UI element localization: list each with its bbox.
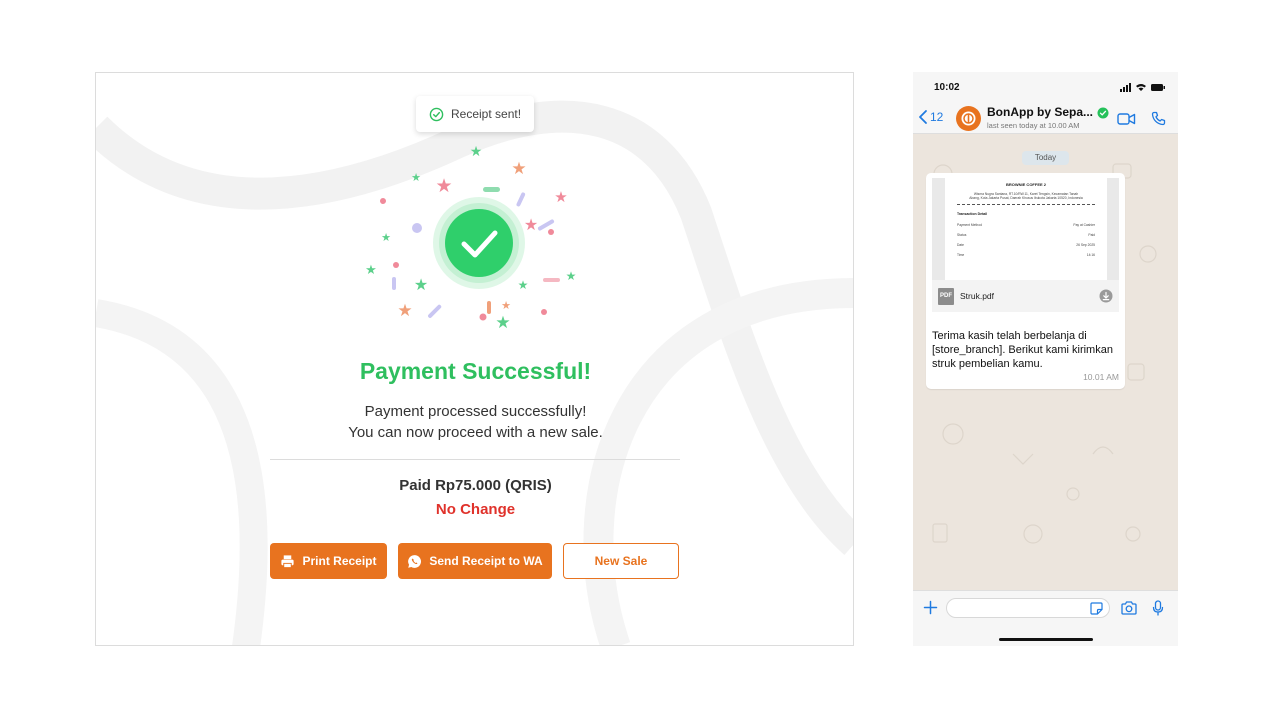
svg-text:★: ★ xyxy=(381,231,391,244)
printer-icon xyxy=(281,554,295,568)
whatsapp-icon xyxy=(408,554,422,568)
whatsapp-chat-phone: 10:02 12 BonApp by Sepa... last seen tod… xyxy=(913,72,1178,646)
receipt-row-label: Time xyxy=(957,252,965,257)
pdf-file-icon: PDF xyxy=(938,287,954,305)
home-indicator xyxy=(999,638,1093,641)
payment-success-screen: Receipt sent! ★ ★ ★ ★ ★ ★ ★ ★ ★ ★ ★ ★ ★ … xyxy=(95,72,854,646)
payment-success-message: Payment processed successfully! You can … xyxy=(96,401,853,443)
receipt-section-title: Transaction Detail xyxy=(957,211,988,216)
receipt-row-label: Status xyxy=(957,232,967,237)
message-text: Terima kasih telah berbelanja di [store_… xyxy=(932,330,1113,370)
bonapp-logo-icon xyxy=(961,111,976,126)
receipt-address: Wisma Nugra Santana, RT.10/RW.11, Karet … xyxy=(969,192,1083,201)
message-line-1: Payment processed successfully! xyxy=(364,403,587,420)
receipt-row-value: 14:16 xyxy=(1086,252,1095,257)
receipt-row: Status Paid xyxy=(957,233,1095,237)
microphone-icon[interactable] xyxy=(1152,600,1164,616)
back-count: 12 xyxy=(930,110,944,124)
plus-icon[interactable] xyxy=(923,600,938,615)
svg-text:★: ★ xyxy=(435,175,452,197)
svg-text:★: ★ xyxy=(411,171,421,184)
svg-text:★: ★ xyxy=(566,269,577,283)
pdf-preview[interactable]: BROWNIE COFFEE 2 Wisma Nugra Santana, RT… xyxy=(932,178,1119,280)
receipt-row-value: 26 Sep 2025 xyxy=(1076,242,1095,247)
camera-icon[interactable] xyxy=(1121,601,1137,615)
svg-text:★: ★ xyxy=(495,313,510,333)
signal-wifi-battery-icon xyxy=(1120,83,1165,92)
receipt-page: BROWNIE COFFEE 2 Wisma Nugra Santana, RT… xyxy=(945,178,1107,280)
contact-name[interactable]: BonApp by Sepa... xyxy=(987,105,1093,119)
receipt-row-value: Paid xyxy=(1088,232,1095,237)
verified-badge-icon xyxy=(1097,107,1109,119)
new-sale-button[interactable]: New Sale xyxy=(563,543,679,579)
receipt-sent-toast: Receipt sent! xyxy=(416,96,534,132)
download-icon[interactable] xyxy=(1099,289,1113,303)
receipt-separator xyxy=(957,203,1095,205)
change-status: No Change xyxy=(435,501,516,518)
phone-call-icon[interactable] xyxy=(1151,111,1166,126)
message-input[interactable] xyxy=(946,598,1110,618)
print-receipt-label: Print Receipt xyxy=(302,554,377,568)
svg-text:★: ★ xyxy=(397,301,412,321)
svg-text:★: ★ xyxy=(524,215,538,234)
send-receipt-wa-label: Send Receipt to WA xyxy=(429,554,543,568)
receipt-row: Date 26 Sep 2025 xyxy=(957,243,1095,247)
receipt-row-label: Date xyxy=(957,242,964,247)
status-time: 10:02 xyxy=(934,82,960,93)
check-circle-icon xyxy=(429,107,444,121)
svg-text:★: ★ xyxy=(470,144,483,160)
send-receipt-wa-button[interactable]: Send Receipt to WA xyxy=(398,543,552,579)
svg-text:★: ★ xyxy=(518,278,529,292)
receipt-row: Time 14:16 xyxy=(957,253,1095,257)
chevron-left-icon xyxy=(919,110,927,124)
message-line-2: You can now proceed with a new sale. xyxy=(348,424,603,441)
divider xyxy=(270,459,680,460)
svg-text:★: ★ xyxy=(501,299,511,312)
new-sale-label: New Sale xyxy=(594,554,648,568)
receipt-store-name: BROWNIE COFFEE 2 xyxy=(1005,182,1046,187)
payment-success-title: Payment Successful! xyxy=(359,358,592,384)
paid-amount: Paid Rp75.000 (QRIS) xyxy=(399,477,552,494)
confetti-success-illustration: ★ ★ ★ ★ ★ ★ ★ ★ ★ ★ ★ ★ ★ ★ xyxy=(365,144,577,333)
receipt-row-value: Pay at Cashier xyxy=(1073,222,1095,227)
receipt-row: Payment Method Pay at Cashier xyxy=(957,223,1095,227)
svg-text:★: ★ xyxy=(511,159,526,179)
contact-avatar[interactable] xyxy=(956,106,981,131)
status-bar: 10:02 xyxy=(913,72,1178,104)
svg-text:★: ★ xyxy=(554,188,567,206)
svg-text:★: ★ xyxy=(414,275,428,294)
message-bubble[interactable]: BROWNIE COFFEE 2 Wisma Nugra Santana, RT… xyxy=(926,173,1125,389)
message-time: 10.01 AM xyxy=(1083,372,1119,382)
video-call-icon[interactable] xyxy=(1117,112,1136,126)
last-seen-status: last seen today at 10.00 AM xyxy=(987,121,1080,130)
sticker-icon[interactable] xyxy=(1090,602,1103,615)
receipt-row-label: Payment Method xyxy=(957,222,982,227)
stage: Receipt sent! ★ ★ ★ ★ ★ ★ ★ ★ ★ ★ ★ ★ ★ … xyxy=(0,0,1280,720)
print-receipt-button[interactable]: Print Receipt xyxy=(270,543,387,579)
pdf-attachment[interactable]: PDF Struk.pdf xyxy=(932,280,1119,312)
back-button[interactable]: 12 xyxy=(918,109,943,125)
toast-text: Receipt sent! xyxy=(451,107,522,121)
message-input-bar xyxy=(913,590,1178,646)
file-name: Struk.pdf xyxy=(960,291,995,301)
date-chip: Today xyxy=(1022,151,1069,165)
svg-text:★: ★ xyxy=(365,263,377,278)
chat-header: 12 BonApp by Sepa... last seen today at … xyxy=(913,104,1178,134)
